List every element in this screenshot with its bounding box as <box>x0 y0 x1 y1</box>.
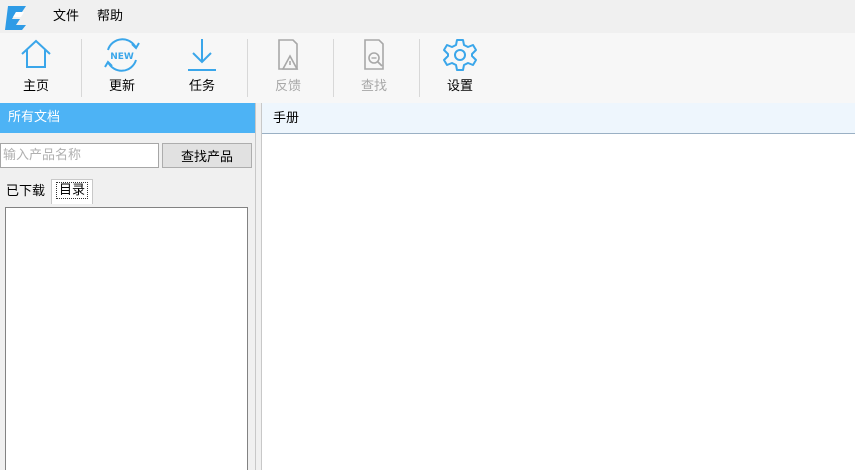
feedback-icon <box>278 39 299 70</box>
menu-file[interactable]: 文件 <box>44 0 88 33</box>
tab-catalog-label: 目录 <box>55 182 89 199</box>
menu-bar: 文件 帮助 <box>0 0 855 33</box>
documents-panel-title: 所有文档 <box>0 103 255 133</box>
gear-icon <box>443 39 477 71</box>
toolbar-separator <box>247 39 248 97</box>
toolbar-separator <box>333 39 334 97</box>
update-badge-text: NEW <box>110 52 134 62</box>
toolbar-separator <box>419 39 420 97</box>
menu-help[interactable]: 帮助 <box>88 0 132 33</box>
documents-tabs: 已下载 目录 <box>0 179 256 204</box>
tasks-button[interactable]: 任务 <box>167 33 237 101</box>
app-logo-icon <box>5 5 26 30</box>
find-product-button[interactable]: 查找产品 <box>162 143 252 168</box>
find-label: 查找 <box>360 79 387 94</box>
toolbar: 主页 NEW 更新 任务 反馈 查找 设置 <box>0 33 855 103</box>
catalog-tree[interactable] <box>5 207 248 470</box>
search-document-icon <box>364 39 384 70</box>
documents-panel: 所有文档 查找产品 已下载 目录 <box>0 103 256 470</box>
update-new-icon: NEW <box>104 38 140 72</box>
manual-panel-title: 手册 <box>262 103 855 134</box>
home-label: 主页 <box>22 79 49 94</box>
manual-panel: 手册 <box>261 103 855 470</box>
tab-catalog[interactable]: 目录 <box>51 179 94 204</box>
update-label: 更新 <box>108 79 135 94</box>
feedback-label: 反馈 <box>274 79 301 94</box>
toolbar-separator <box>81 39 82 97</box>
find-button[interactable]: 查找 <box>339 33 409 101</box>
settings-label: 设置 <box>446 79 473 94</box>
feedback-button[interactable]: 反馈 <box>253 33 323 101</box>
settings-button[interactable]: 设置 <box>425 33 495 101</box>
app-window: 文件 帮助 主页 NEW 更新 任务 反馈 查找 设置 所有文档 输入产品名称 … <box>0 0 855 470</box>
update-button[interactable]: NEW 更新 <box>87 33 157 101</box>
tab-downloaded[interactable]: 已下载 <box>1 181 50 203</box>
home-icon <box>21 39 51 68</box>
download-icon <box>188 39 216 71</box>
product-search-input[interactable] <box>0 143 159 168</box>
home-button[interactable]: 主页 <box>1 33 71 101</box>
product-search-row: 查找产品 <box>0 143 256 169</box>
tasks-label: 任务 <box>188 79 215 94</box>
